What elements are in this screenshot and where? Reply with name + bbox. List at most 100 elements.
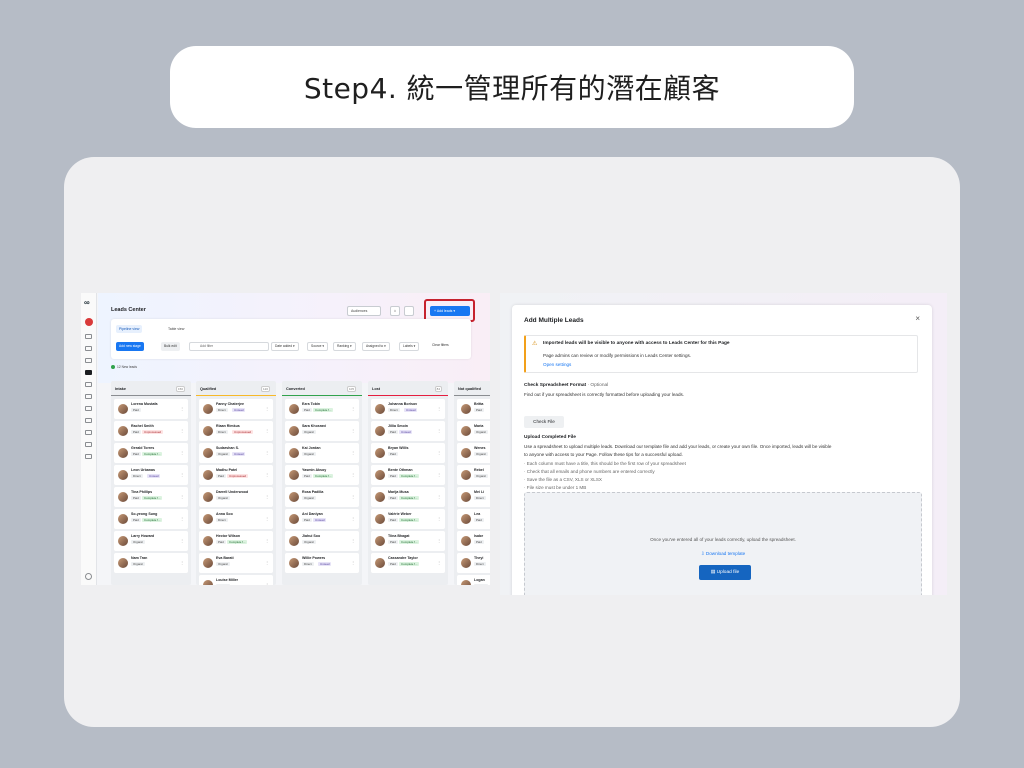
lead-card[interactable]: Larry Howard Organic ⋮	[114, 531, 188, 551]
lead-card[interactable]: MariaOrganic⋮	[457, 421, 490, 441]
lead-card[interactable]: Marija Musa Paid Complete f... ⋮	[371, 487, 445, 507]
more-options-icon[interactable]: ⋮	[351, 538, 355, 543]
more-options-icon[interactable]: ⋮	[437, 406, 441, 411]
lead-card[interactable]: Yasmin Aksoy Paid Complete f... ⋮	[285, 465, 359, 485]
upload-file-button[interactable]: ▤ Upload file	[699, 565, 751, 580]
leads-icon[interactable]	[85, 370, 92, 375]
lead-card[interactable]: So-yeong Sung Paid Complete f... ⋮	[114, 509, 188, 529]
more-options-icon[interactable]: ⋮	[351, 472, 355, 477]
more-options-icon[interactable]: ⋮	[437, 450, 441, 455]
filter-date-added[interactable]: Date added ▾	[271, 342, 299, 351]
bell-icon[interactable]	[85, 346, 92, 351]
lead-card[interactable]: Darrell Underwood Organic ⋮	[199, 487, 273, 507]
lead-card[interactable]: RebelOrganic⋮	[457, 465, 490, 485]
lead-card[interactable]: Valérie Weber Paid Complete f... ⋮	[371, 509, 445, 529]
lead-card[interactable]: TheyiDirect⋮	[457, 553, 490, 573]
lead-card[interactable]: Ezra Tobin Paid Complete f... ⋮	[285, 399, 359, 419]
lead-card[interactable]: Jiahui Soo Organic ⋮	[285, 531, 359, 551]
download-template-link[interactable]: ⇩ Download template	[525, 551, 921, 557]
more-options-icon[interactable]: ⋮	[265, 494, 269, 499]
tab-pipeline-view[interactable]: Pipeline view	[116, 325, 143, 333]
more-options-icon[interactable]: ⋮	[265, 560, 269, 565]
more-options-icon[interactable]: ⋮	[265, 582, 269, 585]
more-options-icon[interactable]: ⋮	[180, 516, 184, 521]
lead-card[interactable]: Tiina Bhagat Paid Complete f... ⋮	[371, 531, 445, 551]
lead-card[interactable]: Gerald Torres Paid Complete f... ⋮	[114, 443, 188, 463]
calendar-icon[interactable]	[85, 394, 92, 399]
audiences-button[interactable]: Audiences	[347, 306, 381, 316]
filter-search-input[interactable]: Add filter	[189, 342, 269, 351]
clear-filters-button[interactable]: Clear filters	[429, 342, 452, 351]
more-options-icon[interactable]: ⋮	[437, 428, 441, 433]
home-icon[interactable]	[85, 334, 92, 339]
menu-icon[interactable]	[85, 454, 92, 459]
more-options-icon[interactable]: ⋮	[437, 516, 441, 521]
pages-icon[interactable]	[85, 382, 92, 387]
filter-labels[interactable]: Labels ▾	[399, 342, 420, 351]
lead-card[interactable]: Eva Barati Organic ⋮	[199, 553, 273, 573]
lead-card[interactable]: Bente Othman Paid Complete f... ⋮	[371, 465, 445, 485]
lead-card[interactable]: WenesOrganic⋮	[457, 443, 490, 463]
lead-card[interactable]: Rosa Padilla Organic ⋮	[285, 487, 359, 507]
lead-card[interactable]: Nam Tran Organic ⋮	[114, 553, 188, 573]
lead-card[interactable]: Sudarshan S. Organic Unread ⋮	[199, 443, 273, 463]
more-options-icon[interactable]: ⋮	[180, 450, 184, 455]
more-options-icon[interactable]: ⋮	[437, 560, 441, 565]
more-options-icon[interactable]: ⋮	[351, 560, 355, 565]
filter-assigned-to[interactable]: Assigned to ▾	[362, 342, 390, 351]
more-options-icon[interactable]: ⋮	[351, 428, 355, 433]
more-options-icon[interactable]: ⋮	[351, 494, 355, 499]
check-file-button[interactable]: Check File	[524, 416, 564, 428]
close-icon[interactable]: ×	[915, 314, 920, 323]
lead-card[interactable]: Mei LiDirect⋮	[457, 487, 490, 507]
more-options-icon[interactable]: ⋮	[265, 406, 269, 411]
store-icon[interactable]	[85, 442, 92, 447]
lead-card[interactable]: Bryan Willis Paid ⋮	[371, 443, 445, 463]
lead-card[interactable]: Anna Soo Direct ⋮	[199, 509, 273, 529]
lead-card[interactable]: Tina Phillips Paid Complete f... ⋮	[114, 487, 188, 507]
lead-card[interactable]: Hector Wilson Paid Complete f... ⋮	[199, 531, 273, 551]
lead-card[interactable]: Ani Danlyan Paid Unread ⋮	[285, 509, 359, 529]
avatar[interactable]	[85, 318, 93, 326]
lead-card[interactable]: Johanna Borisov Direct Unread ⋮	[371, 399, 445, 419]
more-options-icon[interactable]: ⋮	[180, 428, 184, 433]
filter-ranking[interactable]: Ranking ▾	[333, 342, 356, 351]
more-options-icon[interactable]: ⋮	[265, 538, 269, 543]
settings-icon[interactable]	[404, 306, 414, 316]
lead-card[interactable]: Madhu Patel Paid Unprocessed ⋮	[199, 465, 273, 485]
bulk-edit-button[interactable]: Bulk edit	[161, 342, 180, 351]
more-options-icon[interactable]: ⋮	[265, 428, 269, 433]
more-options-icon[interactable]: ⋮	[437, 538, 441, 543]
tab-table-view[interactable]: Table view	[165, 325, 187, 333]
lead-card[interactable]: Leon Urbanas Direct Unread ⋮	[114, 465, 188, 485]
lead-card[interactable]: Cassandre Taylor Paid Complete f... ⋮	[371, 553, 445, 573]
more-options-icon[interactable]: ⋮	[437, 494, 441, 499]
lead-card[interactable]: LeaPaid⋮	[457, 509, 490, 529]
lead-card[interactable]: Sara Khosravi Organic ⋮	[285, 421, 359, 441]
lead-card[interactable]: IsabePaid⋮	[457, 531, 490, 551]
lead-card[interactable]: Riaan Rimkus Direct Unprocessed ⋮	[199, 421, 273, 441]
open-settings-link[interactable]: Open settings	[543, 362, 571, 367]
lead-card[interactable]: Lorena Mustafa Paid ⋮	[114, 399, 188, 419]
more-options-icon[interactable]: ⋮	[180, 472, 184, 477]
more-options-icon[interactable]: ⋮	[351, 450, 355, 455]
file-drop-zone[interactable]: Once you've entered all of your leads co…	[524, 492, 922, 595]
more-options-icon[interactable]: ⋮	[265, 450, 269, 455]
more-options-icon[interactable]: ⋮	[180, 560, 184, 565]
chat-icon[interactable]	[85, 358, 92, 363]
lead-card[interactable]: Kai Jordan Organic ⋮	[285, 443, 359, 463]
megaphone-icon[interactable]	[85, 418, 92, 423]
lead-card[interactable]: BrittaPaid⋮	[457, 399, 490, 419]
more-options-icon[interactable]: ⋮	[265, 516, 269, 521]
lead-card[interactable]: Fanny Chaterjee Direct Unread ⋮	[199, 399, 273, 419]
lead-card[interactable]: Willie Powers Direct Unread ⋮	[285, 553, 359, 573]
more-options-icon[interactable]: ⋮	[437, 472, 441, 477]
ads-icon[interactable]	[85, 406, 92, 411]
lead-card[interactable]: Louise Miller Organic ⋮	[199, 575, 273, 585]
more-options-icon[interactable]: ⋮	[265, 472, 269, 477]
notification-icon[interactable]: ⌂	[390, 306, 400, 316]
filter-source[interactable]: Source ▾	[307, 342, 329, 351]
more-options-icon[interactable]: ⋮	[180, 406, 184, 411]
more-options-icon[interactable]: ⋮	[180, 494, 184, 499]
lead-card[interactable]: LoganOrganic⋮	[457, 575, 490, 585]
